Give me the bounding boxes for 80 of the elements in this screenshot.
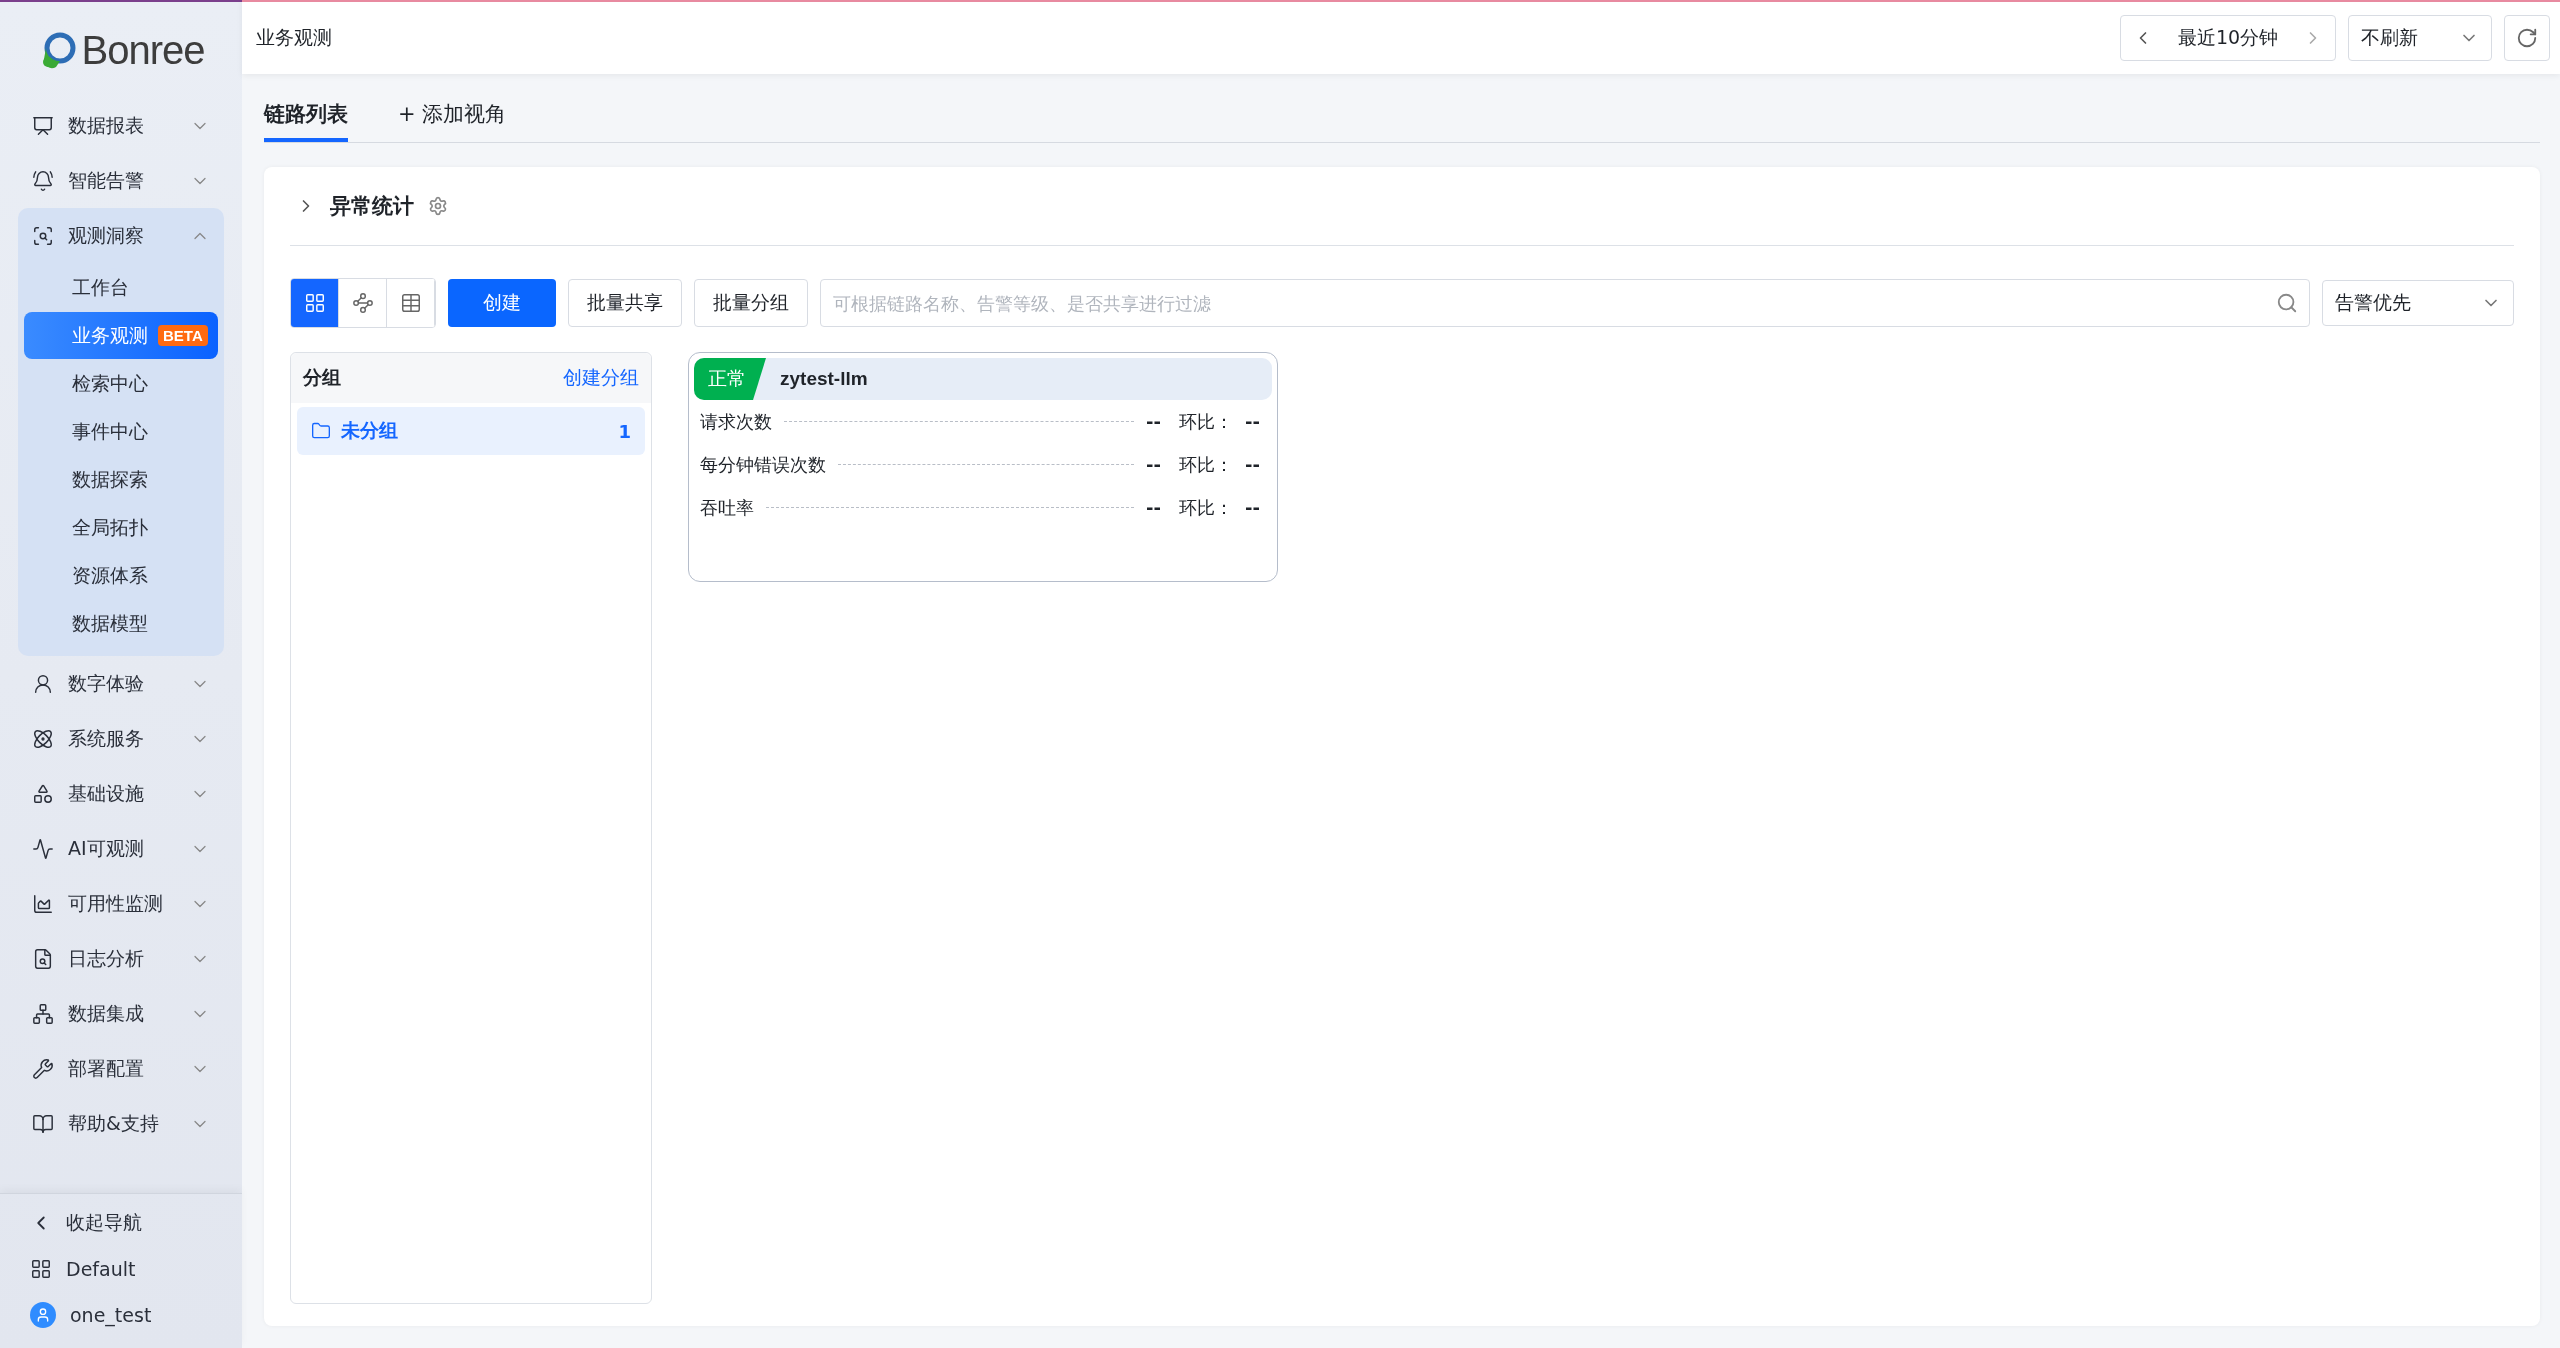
nav-label: 日志分析 [68, 945, 145, 971]
nav-subitem[interactable]: 工作台 [24, 264, 218, 311]
nav-label: 数据模型 [72, 610, 148, 636]
metric-label: 每分钟错误次数 [700, 452, 826, 477]
nav-label: 基础设施 [68, 780, 145, 806]
section-title: 异常统计 [330, 193, 414, 220]
nav-label: 事件中心 [72, 418, 148, 444]
status-tag: 正常 [694, 358, 766, 400]
link-card[interactable]: 正常 zytest-llm 请求次数 -- 环比： -- 每分钟错误次数 -- 环比： -- 吞吐率 -- 环比： -- [688, 352, 1278, 582]
nav-label: Default [66, 1258, 136, 1280]
create-button[interactable]: 创建 [448, 279, 556, 327]
nav-label: 部署配置 [68, 1055, 145, 1081]
nav-item[interactable]: 系统服务 [18, 711, 224, 766]
metric-value: -- [1146, 454, 1162, 475]
nav-label: 可用性监测 [68, 890, 164, 916]
nav-label: 检索中心 [72, 370, 148, 396]
nav-subitem[interactable]: 检索中心 [24, 360, 218, 407]
nav-subitem[interactable]: 数据探索 [24, 456, 218, 503]
nav-footer-item[interactable]: 收起导航 [18, 1200, 224, 1246]
nav-item[interactable]: 数字体验 [18, 656, 224, 711]
batch-button[interactable]: 批量共享 [568, 279, 682, 327]
nav-footer-item[interactable]: Default [18, 1246, 224, 1292]
panel-title: 分组 [303, 365, 341, 390]
tab[interactable]: + 添加视角 [398, 92, 507, 142]
sort-select[interactable]: 告警优先 [2322, 280, 2514, 326]
nav-item[interactable]: 数据集成 [18, 986, 224, 1041]
nav-label: 资源体系 [72, 562, 148, 588]
ratio-label: 环比： [1179, 409, 1234, 434]
beta-badge: BETA [158, 325, 208, 346]
nav-item[interactable]: 日志分析 [18, 931, 224, 986]
metric-value: -- [1146, 411, 1162, 432]
nav-subitem[interactable]: 事件中心 [24, 408, 218, 455]
nav-item[interactable]: 观测洞察 [18, 208, 224, 263]
page-title: 业务观测 [256, 25, 333, 50]
nav-subitem[interactable]: 资源体系 [24, 552, 218, 599]
nav-label: 收起导航 [66, 1210, 142, 1235]
ratio-value: -- [1245, 497, 1260, 518]
ratio-value: -- [1245, 454, 1260, 475]
nav-item[interactable]: 部署配置 [18, 1041, 224, 1096]
nav-item[interactable]: 帮助&支持 [18, 1096, 224, 1151]
metric-value: -- [1146, 497, 1162, 518]
nav-label: 系统服务 [68, 725, 145, 751]
search-field[interactable]: 可根据链路名称、告警等级、是否共享进行过滤 [820, 279, 2310, 327]
nav-label: 数据集成 [68, 1000, 145, 1026]
logo-text: Bonree [81, 27, 205, 73]
nav-label: 工作台 [72, 274, 129, 300]
time-range-text: 最近10分钟 [2177, 25, 2279, 50]
nav-label: one_test [70, 1304, 152, 1326]
ratio-label: 环比： [1179, 495, 1234, 520]
time-range-picker[interactable]: 最近10分钟 [2120, 15, 2336, 61]
nav-label: 数字体验 [68, 670, 145, 696]
nav-subitem[interactable]: 业务观测 BETA [24, 312, 218, 359]
nav-item[interactable]: 智能告警 [18, 153, 224, 208]
link-name: zytest-llm [780, 368, 868, 390]
create-group-link[interactable]: 创建分组 [563, 365, 639, 391]
nav-footer-item[interactable]: one_test [18, 1292, 224, 1338]
nav-label: 数据探索 [72, 466, 148, 492]
nav-label: 帮助&支持 [68, 1110, 160, 1136]
nav-label: 业务观测 [72, 322, 148, 348]
batch-button[interactable]: 批量分组 [694, 279, 808, 327]
nav-label: AI可观测 [68, 835, 145, 861]
metric-label: 吞吐率 [700, 495, 754, 520]
ratio-label: 环比： [1179, 452, 1234, 477]
nav-label: 全局拓扑 [72, 514, 148, 540]
group-label: 未分组 [341, 418, 399, 443]
nav-subitem[interactable]: 数据模型 [24, 600, 218, 647]
group-item[interactable]: 未分组 1 [297, 407, 645, 455]
refresh-select[interactable]: 不刷新 [2348, 15, 2492, 61]
nav-item[interactable]: 数据报表 [18, 98, 224, 153]
tab[interactable]: 链路列表 [264, 92, 348, 142]
ratio-value: -- [1245, 411, 1260, 432]
nav-label: 数据报表 [68, 112, 145, 138]
metric-label: 请求次数 [700, 409, 772, 434]
nav-label: 智能告警 [68, 167, 145, 193]
group-count: 1 [618, 420, 631, 442]
nav-label: 观测洞察 [68, 222, 145, 248]
nav-item[interactable]: 可用性监测 [18, 876, 224, 931]
nav-item[interactable]: AI可观测 [18, 821, 224, 876]
nav-item[interactable]: 基础设施 [18, 766, 224, 821]
nav-subitem[interactable]: 全局拓扑 [24, 504, 218, 551]
